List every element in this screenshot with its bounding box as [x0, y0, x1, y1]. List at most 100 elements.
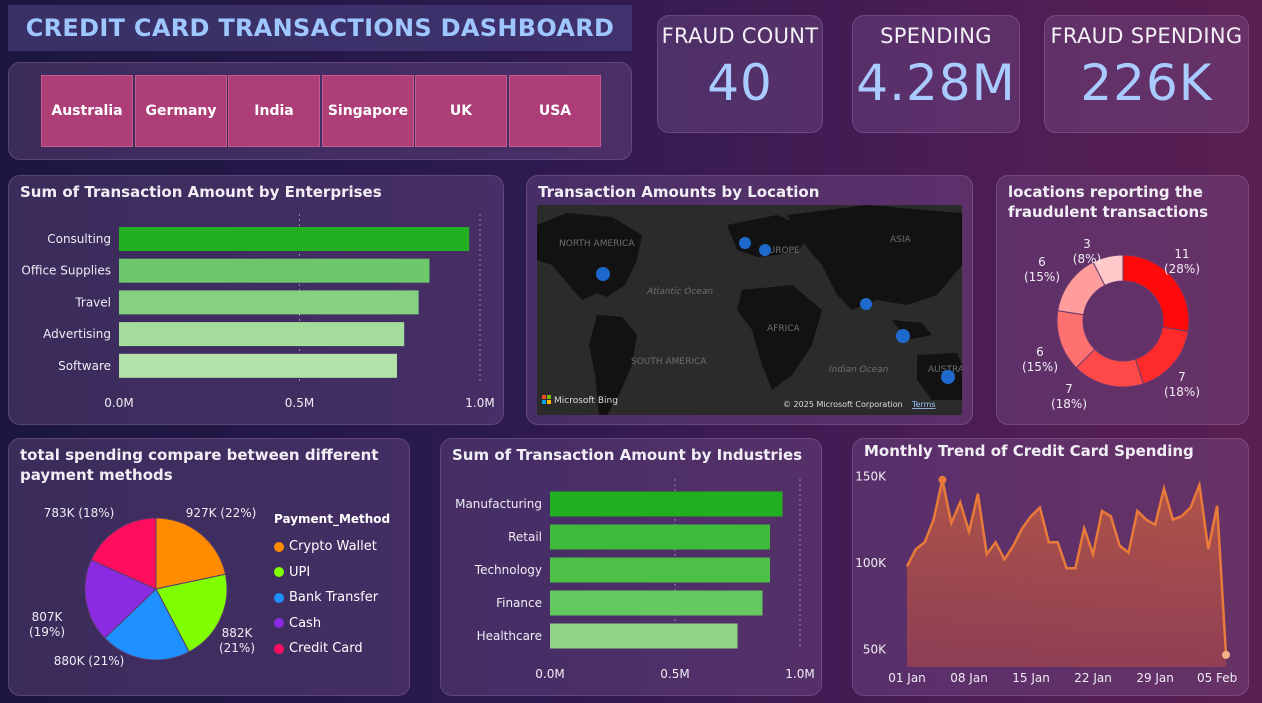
slicer-button-germany[interactable]: Germany [135, 75, 227, 147]
slicer-button-india[interactable]: India [228, 75, 320, 147]
donut-data-label: 7 (18%) [1164, 370, 1200, 399]
page-title: CREDIT CARD TRANSACTIONS DASHBOARD [25, 14, 615, 42]
x-tick-label: 1.0M [785, 667, 814, 681]
legend-label: Bank Transfer [289, 590, 379, 606]
x-tick-label: 0.0M [104, 396, 133, 410]
map-label-north-america: NORTH AMERICA [559, 239, 635, 249]
y-tick-label: 100K [855, 556, 887, 570]
enterprises-bar-chart: Consulting Office Supplies Travel Advertisi… [21, 214, 495, 410]
bar-finance[interactable] [550, 590, 763, 616]
category-label: Office Supplies [21, 264, 111, 278]
bar-manufacturing[interactable] [550, 491, 783, 517]
slicer-button-uk[interactable]: UK [415, 75, 507, 147]
bar-healthcare[interactable] [550, 623, 738, 649]
map-bubble-usa[interactable] [596, 267, 610, 281]
legend-label: Credit Card [289, 641, 363, 657]
legend-item-bank-transfer[interactable]: Bank Transfer [274, 585, 390, 611]
pie-data-label: 882K (21%) [219, 626, 255, 655]
legend-marker [274, 643, 284, 654]
map-bubble-uk[interactable] [739, 237, 751, 249]
legend-item-upi[interactable]: UPI [274, 560, 390, 586]
x-tick-label: 0.0M [535, 667, 564, 681]
category-label: Advertising [43, 327, 111, 341]
bar-software[interactable] [119, 353, 397, 378]
kpi-value: 40 [707, 54, 773, 112]
payment-legend: Payment_Method Crypto Wallet UPI Bank Tran… [274, 512, 390, 662]
map-bubble-germany[interactable] [759, 244, 771, 256]
enterprises-bar-chart-card: Sum of Transaction Amount by Enterprises… [8, 175, 504, 425]
pie-data-label: 783K (18%) [44, 506, 115, 520]
map-label-asia: ASIA [890, 235, 912, 245]
pie-data-label: 807K (19%) [29, 610, 65, 639]
industries-bar-chart: Manufacturing Retail Technology Finance Heal… [455, 479, 815, 681]
x-tick-label: 0.5M [660, 667, 689, 681]
industries-bar-chart-card: Sum of Transaction Amount by Industries … [440, 438, 822, 696]
map-label-indian-ocean: Indian Ocean [829, 365, 889, 375]
trend-marker-max[interactable] [938, 475, 947, 484]
chart-title: Transaction Amounts by Location [538, 183, 820, 201]
category-label: Finance [496, 596, 542, 610]
donut-data-label: 6 (15%) [1022, 345, 1058, 374]
legend-label: Crypto Wallet [289, 539, 377, 555]
legend-label: UPI [289, 564, 311, 580]
map-label-atlantic: Atlantic Ocean [646, 287, 713, 297]
kpi-label: FRAUD SPENDING [1050, 24, 1243, 48]
kpi-fraud-count: FRAUD COUNT 40 [657, 15, 823, 133]
legend-marker [274, 618, 284, 629]
bar-travel[interactable] [119, 290, 419, 315]
x-tick-label: 08 Jan [950, 671, 988, 685]
slicer-button-usa[interactable]: USA [509, 75, 601, 147]
legend-item-cash[interactable]: Cash [274, 611, 390, 637]
slicer-button-australia[interactable]: Australia [41, 75, 133, 147]
map-bubble-singapore[interactable] [896, 329, 910, 343]
bar-office-supplies[interactable] [119, 258, 430, 283]
bing-logo [542, 395, 551, 404]
x-tick-label: 05 Feb [1197, 671, 1237, 685]
category-label: Travel [74, 295, 111, 309]
bar-consulting[interactable] [119, 227, 470, 251]
kpi-fraud-spending: FRAUD SPENDING 226K [1044, 15, 1249, 133]
world-map[interactable]: NORTH AMERICA EUROPE ASIA Atlantic Ocean… [537, 205, 962, 415]
map-bubble-india[interactable] [860, 298, 872, 310]
y-tick-label: 150K [855, 469, 887, 483]
map-terms-link[interactable]: Terms [911, 400, 936, 409]
bar-retail[interactable] [550, 524, 770, 550]
category-label: Technology [474, 563, 542, 577]
category-label: Healthcare [477, 629, 542, 643]
map-label-south-america: SOUTH AMERICA [631, 357, 707, 367]
donut-data-label: 11 (28%) [1164, 247, 1200, 276]
payment-methods-pie-card: total spending compare between different… [8, 438, 410, 696]
x-tick-label: 0.5M [285, 396, 314, 410]
legend-marker [274, 567, 284, 578]
legend-item-credit-card[interactable]: Credit Card [274, 636, 390, 662]
kpi-value: 226K [1080, 54, 1213, 112]
category-label: Software [58, 359, 111, 373]
y-tick-label: 50K [863, 643, 887, 657]
pie-data-label: 927K (22%) [186, 506, 257, 520]
map-bubble-australia[interactable] [941, 370, 955, 384]
location-map-card: Transaction Amounts by Location NORTH AM… [526, 175, 973, 425]
map-brand: Microsoft Bing [554, 396, 618, 406]
kpi-spending: SPENDING 4.28M [852, 15, 1020, 133]
pie-data-label: 880K (21%) [54, 654, 125, 668]
dashboard-title-bar: CREDIT CARD TRANSACTIONS DASHBOARD [8, 5, 632, 51]
bar-advertising[interactable] [119, 322, 405, 347]
bar-technology[interactable] [550, 557, 770, 583]
category-label: Retail [508, 530, 542, 544]
legend-item-crypto-wallet[interactable]: Crypto Wallet [274, 534, 390, 560]
legend-title: Payment_Method [274, 512, 391, 526]
trend-marker-last[interactable] [1222, 650, 1230, 659]
legend-label: Cash [289, 615, 322, 631]
map-label-africa: AFRICA [767, 324, 801, 334]
payment-methods-pie: 927K (22%) 882K (21%) 880K (21%) 807K (19%) 78… [29, 506, 257, 668]
category-label: Consulting [47, 232, 111, 246]
map-copyright: © 2025 Microsoft Corporation [783, 400, 903, 409]
monthly-trend-area-chart: 150K 100K 50K01 Jan 08 Jan 15 Jan 22 Jan 29 Ja… [855, 469, 1237, 685]
kpi-label: FRAUD COUNT [661, 24, 819, 48]
donut-data-label: 6 (15%) [1024, 255, 1060, 284]
donut-data-label: 3 (8%) [1073, 237, 1101, 266]
monthly-trend-card: Monthly Trend of Credit Card Spending 15… [852, 438, 1249, 696]
slicer-button-singapore[interactable]: Singapore [322, 75, 414, 147]
kpi-label: SPENDING [880, 24, 992, 48]
fraud-locations-donut-card: locations reporting the fraudulent trans… [996, 175, 1249, 425]
